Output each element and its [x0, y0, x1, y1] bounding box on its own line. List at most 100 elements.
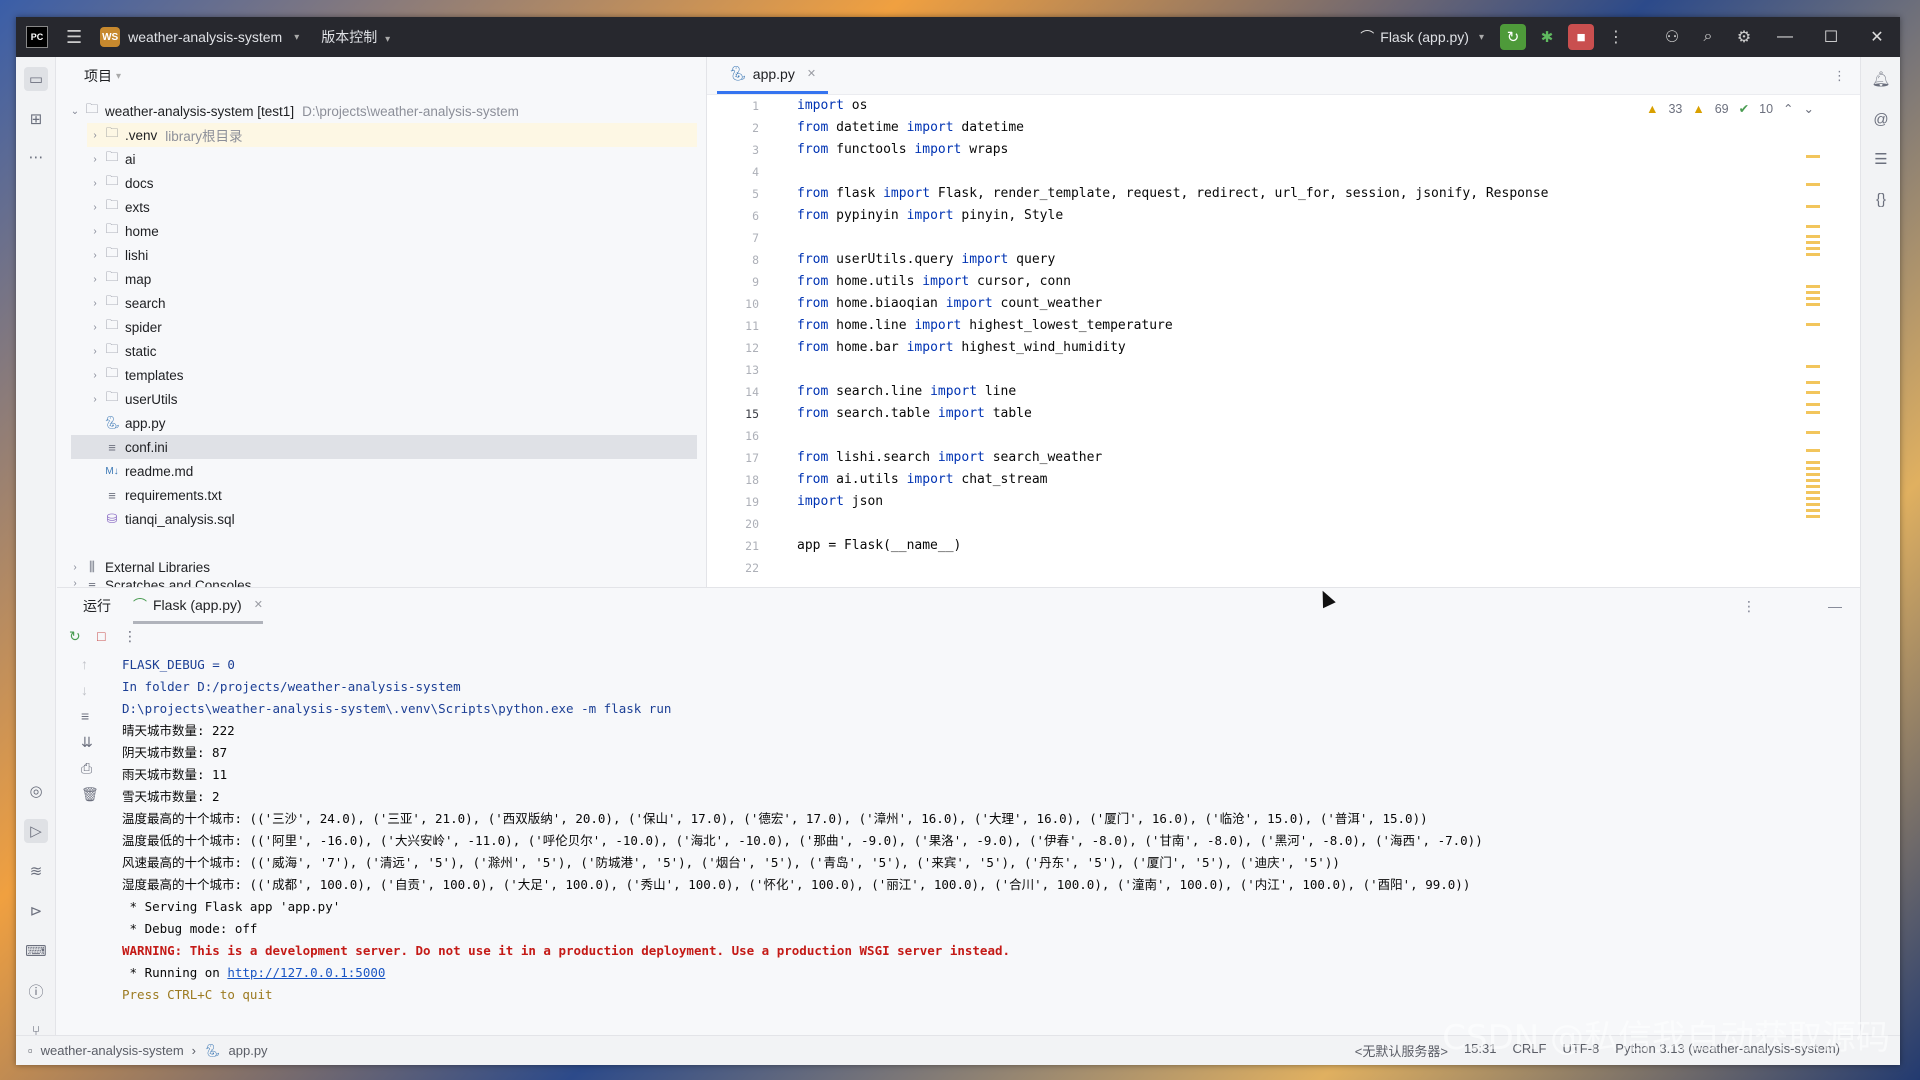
rerun-icon[interactable]: ↻ [69, 628, 81, 645]
line-separator[interactable]: CRLF [1513, 1041, 1547, 1060]
stripe-mark[interactable] [1806, 225, 1820, 228]
stripe-mark[interactable] [1806, 515, 1820, 518]
code-line[interactable]: from search.table import table [797, 403, 1548, 425]
project-switcher[interactable]: WS weather-analysis-system ▾ [100, 27, 299, 47]
settings-gear-icon[interactable]: ⚙ [1726, 27, 1762, 47]
code-line[interactable]: from search.line import line [797, 381, 1548, 403]
stripe-mark[interactable] [1806, 473, 1820, 476]
expand-arrow-icon[interactable]: › [87, 298, 103, 309]
panel-options-icon[interactable]: ⋮ [1742, 598, 1756, 615]
services-icon[interactable]: ⊳ [24, 899, 48, 923]
tree-item[interactable]: ≡ requirements.txt [71, 483, 697, 507]
more-icon[interactable]: ⋮ [123, 628, 137, 645]
tree-external-libraries[interactable]: › ⫼ External Libraries [67, 555, 697, 579]
tree-item[interactable]: › 🗀︎ ai [87, 147, 697, 171]
tree-item[interactable]: › 🗀︎ userUtils [87, 387, 697, 411]
add-user-icon[interactable]: ⚇ [1654, 27, 1690, 47]
tree-item[interactable]: › 🗀︎ .venv library根目录 [87, 123, 697, 147]
server-url-link[interactable]: http://127.0.0.1:5000 [227, 965, 385, 980]
code-line[interactable] [797, 557, 1548, 579]
stripe-mark[interactable] [1806, 461, 1820, 464]
stripe-mark[interactable] [1806, 183, 1820, 186]
run-tab-flask[interactable]: ⌒ Flask (app.py) ✕ [133, 588, 263, 624]
terminal-icon[interactable]: ⌨ [24, 939, 48, 963]
problems-icon[interactable]: ⓘ [24, 979, 48, 1003]
server-widget[interactable]: <无默认服务器> [1355, 1041, 1448, 1060]
code-line[interactable]: from home.line import highest_lowest_tem… [797, 315, 1548, 337]
expand-arrow-icon[interactable]: › [87, 202, 103, 213]
stripe-mark[interactable] [1806, 403, 1820, 406]
code-line[interactable]: import os [797, 95, 1548, 117]
code-line[interactable]: from functools import wraps [797, 139, 1548, 161]
breadcrumb-file[interactable]: app.py [229, 1043, 268, 1058]
console-output[interactable]: FLASK_DEBUG = 0 In folder D:/projects/wea… [122, 654, 1483, 1006]
print-icon[interactable]: ⎙ [81, 760, 92, 777]
tree-item[interactable]: › 🗀︎ spider [87, 315, 697, 339]
stripe-mark[interactable] [1806, 285, 1820, 288]
scroll-up-icon[interactable]: ↑ [81, 656, 88, 672]
more-actions-icon[interactable]: ⋮ [1598, 27, 1634, 47]
code-line[interactable]: from pypinyin import pinyin, Style [797, 205, 1548, 227]
scroll-down-icon[interactable]: ↓ [81, 682, 88, 698]
stripe-mark[interactable] [1806, 391, 1820, 394]
stripe-mark[interactable] [1806, 241, 1820, 244]
stripe-mark[interactable] [1806, 479, 1820, 482]
editor-tab-app-py[interactable]: 🐍︎ app.py ✕ [717, 56, 829, 94]
code-line[interactable]: from home.bar import highest_wind_humidi… [797, 337, 1548, 359]
maximize-button[interactable]: ☐ [1808, 27, 1854, 47]
tree-item[interactable]: ≡ conf.ini [71, 435, 697, 459]
search-icon[interactable]: ⌕ [1690, 28, 1726, 46]
structure-icon[interactable]: ⊞ [24, 107, 48, 131]
code-line[interactable]: app = Flask(__name__) [797, 535, 1548, 557]
scroll-to-end-icon[interactable]: ⇊ [81, 734, 93, 751]
stripe-mark[interactable] [1806, 497, 1820, 500]
inspection-widget[interactable]: ▲ 33 ▲ 69 ✔ 10 ⌃ ⌄ [1646, 101, 1814, 117]
rerun-button[interactable]: ↻ [1500, 24, 1526, 50]
interpreter-widget[interactable]: Python 3.13 (weather-analysis-system) [1615, 1041, 1840, 1060]
run-config-selector[interactable]: ⌒ Flask (app.py) ▾ [1360, 27, 1484, 47]
expand-arrow-icon[interactable]: ⌄ [67, 106, 83, 117]
stripe-mark[interactable] [1806, 509, 1820, 512]
tree-item[interactable]: › 🗀︎ search [87, 291, 697, 315]
tree-scratches[interactable]: › ≡ Scratches and Consoles [67, 578, 697, 587]
close-tab-icon[interactable]: ✕ [807, 67, 816, 80]
expand-arrow-icon[interactable]: › [87, 130, 103, 141]
code-line[interactable]: from datetime import datetime [797, 117, 1548, 139]
more-tools-icon[interactable]: ⋯ [24, 145, 48, 169]
tree-root[interactable]: ⌄ 🗀︎ weather-analysis-system [test1] D:\… [67, 99, 697, 123]
expand-arrow-icon[interactable]: › [87, 154, 103, 165]
stop-icon[interactable]: □ [97, 628, 105, 644]
run-tool-icon[interactable]: ▷ [24, 819, 48, 843]
tree-item[interactable]: › 🗀︎ static [87, 339, 697, 363]
expand-arrow-icon[interactable]: › [87, 274, 103, 285]
tree-item[interactable]: › 🗀︎ docs [87, 171, 697, 195]
code-area[interactable]: import os from datetime import datetime fr… [797, 95, 1548, 579]
notifications-bell-icon[interactable]: 🔔︎ [1869, 67, 1893, 91]
code-line[interactable]: import json [797, 491, 1548, 513]
project-folder-icon[interactable]: ▭ [24, 67, 48, 91]
minimize-button[interactable]: — [1762, 28, 1808, 46]
stripe-mark[interactable] [1806, 411, 1820, 414]
caret-position[interactable]: 15:31 [1464, 1041, 1497, 1060]
code-line[interactable]: from lishi.search import search_weather [797, 447, 1548, 469]
code-line[interactable] [797, 513, 1548, 535]
code-line[interactable]: from home.utils import cursor, conn [797, 271, 1548, 293]
stripe-mark[interactable] [1806, 323, 1820, 326]
stripe-mark[interactable] [1806, 291, 1820, 294]
expand-arrow-icon[interactable]: › [87, 226, 103, 237]
code-line[interactable]: from userUtils.query import query [797, 249, 1548, 271]
tree-item[interactable]: › 🗀︎ templates [87, 363, 697, 387]
stripe-mark[interactable] [1806, 491, 1820, 494]
error-stripe[interactable] [1806, 135, 1820, 585]
code-line[interactable] [797, 359, 1548, 381]
tree-item[interactable]: › 🗀︎ home [87, 219, 697, 243]
close-window-button[interactable]: ✕ [1854, 27, 1900, 47]
debug-button[interactable]: ✱ [1534, 24, 1560, 50]
vcs-menu[interactable]: 版本控制 ▾ [321, 27, 390, 47]
code-line[interactable]: from ai.utils import chat_stream [797, 469, 1548, 491]
stripe-mark[interactable] [1806, 253, 1820, 256]
expand-arrow-icon[interactable]: › [87, 346, 103, 357]
database-icon[interactable]: ☰ [1869, 147, 1893, 171]
breadcrumb-project[interactable]: weather-analysis-system [41, 1043, 184, 1058]
code-line[interactable] [797, 425, 1548, 447]
